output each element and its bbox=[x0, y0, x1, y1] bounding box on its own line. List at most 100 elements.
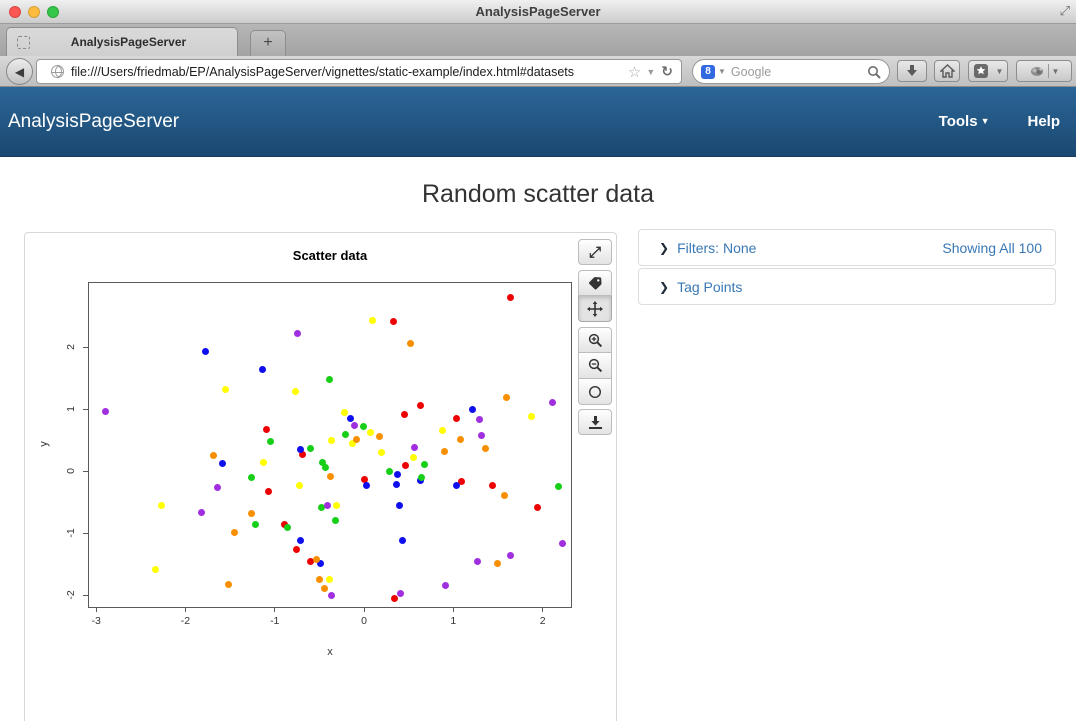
bookmarks-button[interactable]: ▼ bbox=[968, 60, 1008, 82]
scatter-point-orange[interactable] bbox=[501, 492, 508, 499]
scatter-point-orange[interactable] bbox=[353, 436, 360, 443]
showing-all-link[interactable]: Showing All 100 bbox=[942, 240, 1042, 256]
fullscreen-icon[interactable]: ⤢ bbox=[1060, 3, 1070, 19]
addon-button[interactable]: ▼ bbox=[1016, 60, 1072, 82]
scatter-point-green[interactable] bbox=[322, 464, 329, 471]
scatter-point-purple[interactable] bbox=[102, 408, 109, 415]
select-circle-button[interactable] bbox=[578, 379, 612, 405]
scatter-point-green[interactable] bbox=[386, 468, 393, 475]
scatter-point-blue[interactable] bbox=[259, 366, 266, 373]
scatter-point-blue[interactable] bbox=[396, 502, 403, 509]
scatter-point-yellow[interactable] bbox=[528, 413, 535, 420]
new-tab-button[interactable]: + bbox=[250, 30, 286, 56]
scatter-point-green[interactable] bbox=[252, 521, 259, 528]
scatter-point-red[interactable] bbox=[417, 402, 424, 409]
tag-points-toggle-label[interactable]: Tag Points bbox=[677, 279, 742, 295]
scatter-point-orange[interactable] bbox=[210, 452, 217, 459]
scatter-point-orange[interactable] bbox=[231, 529, 238, 536]
back-button[interactable]: ◀ bbox=[6, 58, 33, 85]
search-bar[interactable]: 8 ▼ Google bbox=[692, 59, 890, 84]
reload-icon[interactable]: ↻ bbox=[661, 63, 673, 80]
scatter-point-blue[interactable] bbox=[297, 446, 304, 453]
scatter-point-green[interactable] bbox=[342, 431, 349, 438]
scatter-point-red[interactable] bbox=[507, 294, 514, 301]
scatter-point-purple[interactable] bbox=[294, 330, 301, 337]
download-plot-button[interactable] bbox=[578, 409, 612, 435]
scatter-point-orange[interactable] bbox=[248, 510, 255, 517]
scatter-point-green[interactable] bbox=[555, 483, 562, 490]
plot-area[interactable]: -3-2-1012-2-1012 bbox=[88, 282, 572, 608]
scatter-point-green[interactable] bbox=[421, 461, 428, 468]
scatter-point-red[interactable] bbox=[453, 415, 460, 422]
tag-tool-button[interactable] bbox=[578, 270, 612, 296]
scatter-point-orange[interactable] bbox=[503, 394, 510, 401]
scatter-point-yellow[interactable] bbox=[152, 566, 159, 573]
scatter-point-red[interactable] bbox=[293, 546, 300, 553]
scatter-point-red[interactable] bbox=[401, 411, 408, 418]
scatter-point-yellow[interactable] bbox=[158, 502, 165, 509]
scatter-point-green[interactable] bbox=[326, 376, 333, 383]
scatter-point-red[interactable] bbox=[263, 426, 270, 433]
search-engine-dropdown-icon[interactable]: ▼ bbox=[718, 67, 726, 76]
scatter-point-purple[interactable] bbox=[324, 502, 331, 509]
search-placeholder[interactable]: Google bbox=[731, 65, 867, 79]
scatter-point-yellow[interactable] bbox=[328, 437, 335, 444]
scatter-point-green[interactable] bbox=[418, 474, 425, 481]
scatter-point-green[interactable] bbox=[248, 474, 255, 481]
scatter-point-yellow[interactable] bbox=[369, 317, 376, 324]
scatter-point-yellow[interactable] bbox=[292, 388, 299, 395]
pan-tool-button[interactable] bbox=[578, 296, 612, 322]
filters-toggle-label[interactable]: Filters: None bbox=[677, 240, 756, 256]
url-dropdown-icon[interactable]: ▼ bbox=[646, 67, 655, 77]
scatter-point-purple[interactable] bbox=[559, 540, 566, 547]
scatter-point-purple[interactable] bbox=[478, 432, 485, 439]
tools-menu[interactable]: Tools▼ bbox=[939, 113, 990, 130]
scatter-point-blue[interactable] bbox=[297, 537, 304, 544]
scatter-point-blue[interactable] bbox=[399, 537, 406, 544]
scatter-point-green[interactable] bbox=[360, 423, 367, 430]
scatter-point-orange[interactable] bbox=[494, 560, 501, 567]
scatter-point-yellow[interactable] bbox=[296, 482, 303, 489]
scatter-point-yellow[interactable] bbox=[378, 449, 385, 456]
app-brand[interactable]: AnalysisPageServer bbox=[8, 111, 179, 133]
scatter-point-purple[interactable] bbox=[476, 416, 483, 423]
scatter-point-yellow[interactable] bbox=[260, 459, 267, 466]
url-bar[interactable]: file:///Users/friedmab/EP/AnalysisPageSe… bbox=[36, 59, 682, 84]
scatter-point-purple[interactable] bbox=[442, 582, 449, 589]
zoom-in-button[interactable] bbox=[578, 327, 612, 353]
scatter-point-red[interactable] bbox=[402, 462, 409, 469]
scatter-point-yellow[interactable] bbox=[410, 454, 417, 461]
scatter-point-blue[interactable] bbox=[453, 482, 460, 489]
bookmark-star-icon[interactable]: ☆ bbox=[628, 63, 641, 81]
help-link[interactable]: Help bbox=[1027, 113, 1060, 130]
scatter-point-yellow[interactable] bbox=[222, 386, 229, 393]
scatter-point-green[interactable] bbox=[307, 445, 314, 452]
tab-analysispageserver[interactable]: AnalysisPageServer bbox=[6, 27, 238, 56]
google-engine-icon[interactable]: 8 bbox=[701, 65, 715, 79]
scatter-point-red[interactable] bbox=[391, 595, 398, 602]
scatter-point-purple[interactable] bbox=[214, 484, 221, 491]
scatter-point-blue[interactable] bbox=[393, 481, 400, 488]
scatter-point-orange[interactable] bbox=[482, 445, 489, 452]
scatter-point-purple[interactable] bbox=[474, 558, 481, 565]
scatter-point-yellow[interactable] bbox=[439, 427, 446, 434]
scatter-point-green[interactable] bbox=[284, 524, 291, 531]
scatter-point-purple[interactable] bbox=[328, 592, 335, 599]
bookmarks-dropdown-icon[interactable]: ▼ bbox=[996, 67, 1004, 76]
scatter-point-purple[interactable] bbox=[411, 444, 418, 451]
scatter-point-yellow[interactable] bbox=[341, 409, 348, 416]
scatter-point-orange[interactable] bbox=[376, 433, 383, 440]
scatter-point-blue[interactable] bbox=[469, 406, 476, 413]
scatter-point-orange[interactable] bbox=[321, 585, 328, 592]
scatter-point-orange[interactable] bbox=[327, 473, 334, 480]
scatter-point-green[interactable] bbox=[267, 438, 274, 445]
scatter-point-purple[interactable] bbox=[397, 590, 404, 597]
scatter-point-orange[interactable] bbox=[313, 556, 320, 563]
scatter-point-red[interactable] bbox=[265, 488, 272, 495]
scatter-point-yellow[interactable] bbox=[367, 429, 374, 436]
zoom-out-button[interactable] bbox=[578, 353, 612, 379]
scatter-point-yellow[interactable] bbox=[333, 502, 340, 509]
url-text[interactable]: file:///Users/friedmab/EP/AnalysisPageSe… bbox=[71, 65, 625, 79]
scatter-point-purple[interactable] bbox=[549, 399, 556, 406]
scatter-point-orange[interactable] bbox=[225, 581, 232, 588]
